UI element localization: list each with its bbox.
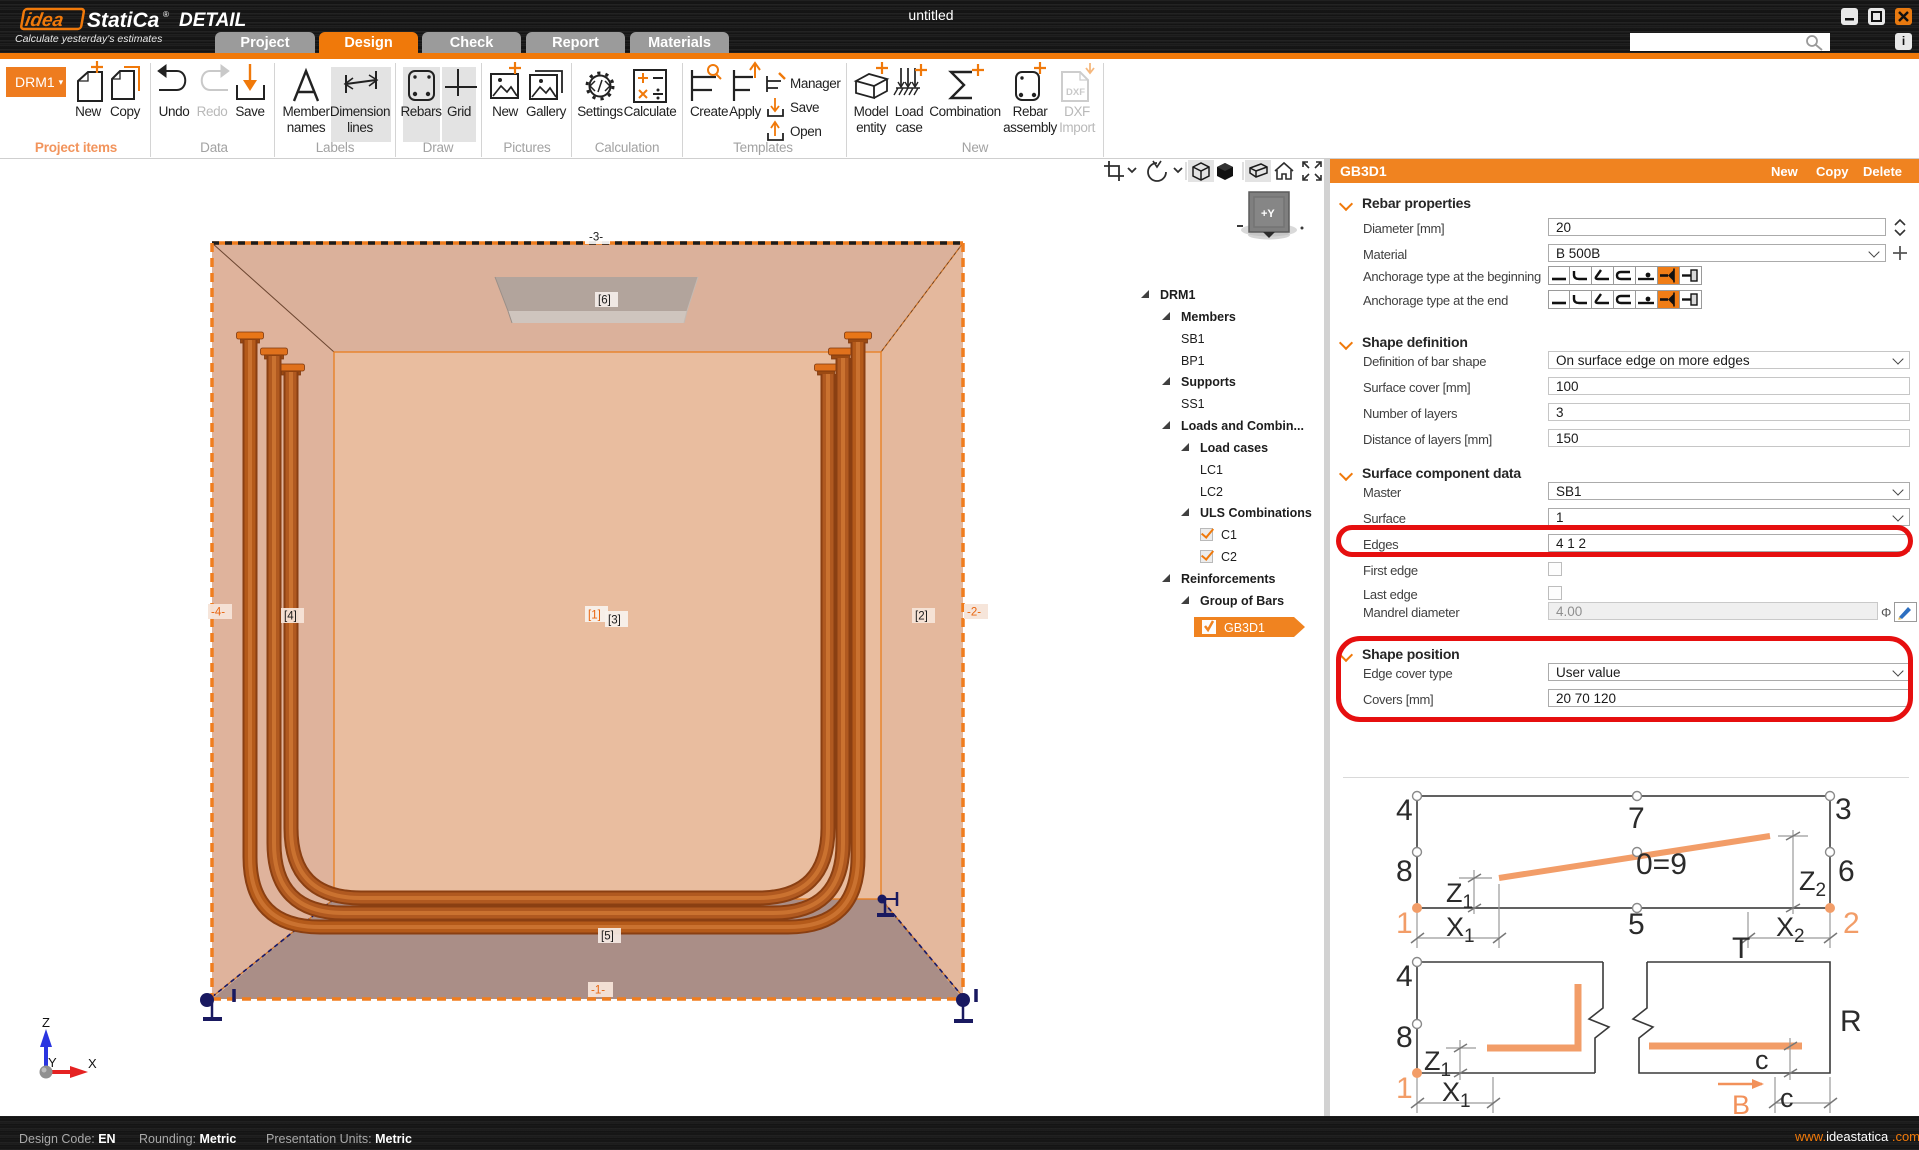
svg-text:Calculate yesterday's estimate: Calculate yesterday's estimates [15,33,163,45]
svg-text:T: T [1732,932,1750,965]
svg-text:+Y: +Y [1261,208,1275,220]
svg-text:X: X [88,1056,97,1071]
svg-text:c: c [1755,1045,1769,1075]
svg-text:7: 7 [1628,802,1645,835]
svg-text:R: R [1840,1005,1862,1038]
svg-text:-1-: -1- [591,985,605,997]
svg-text:1: 1 [1396,907,1413,940]
svg-text:X2: X2 [1776,912,1805,947]
svg-text:Z: Z [42,1015,50,1030]
svg-text:6: 6 [1838,855,1855,888]
svg-text:X1: X1 [1442,1077,1471,1112]
svg-text:Y: Y [48,1055,57,1070]
svg-text:Z2: Z2 [1799,866,1826,901]
svg-text:5: 5 [1628,908,1645,941]
svg-text:3: 3 [1835,793,1852,826]
svg-text:8: 8 [1396,1021,1413,1054]
svg-text:[5]: [5] [601,931,614,943]
svg-text:Z1: Z1 [1424,1046,1451,1081]
svg-text:GB3D1: GB3D1 [1224,621,1265,635]
svg-text:8: 8 [1396,855,1413,888]
svg-text:4: 4 [1396,960,1413,993]
svg-text:[1]: [1] [588,610,601,622]
svg-text:1: 1 [1396,1072,1413,1105]
svg-text:[4]: [4] [284,611,297,623]
svg-text:[2]: [2] [915,611,928,623]
svg-text:0=9: 0=9 [1636,848,1687,881]
svg-text:-3-: -3- [589,232,603,244]
svg-text:c: c [1780,1083,1794,1113]
svg-text:4: 4 [1396,794,1413,827]
svg-text:[3]: [3] [608,615,621,627]
svg-text:[6]: [6] [598,295,611,307]
svg-text:-2-: -2- [967,607,981,619]
svg-text:2: 2 [1843,907,1860,940]
svg-text:DXF: DXF [1066,87,1085,98]
svg-text:Z1: Z1 [1446,878,1473,913]
svg-text:X1: X1 [1446,912,1475,947]
svg-text:-4-: -4- [211,607,225,619]
